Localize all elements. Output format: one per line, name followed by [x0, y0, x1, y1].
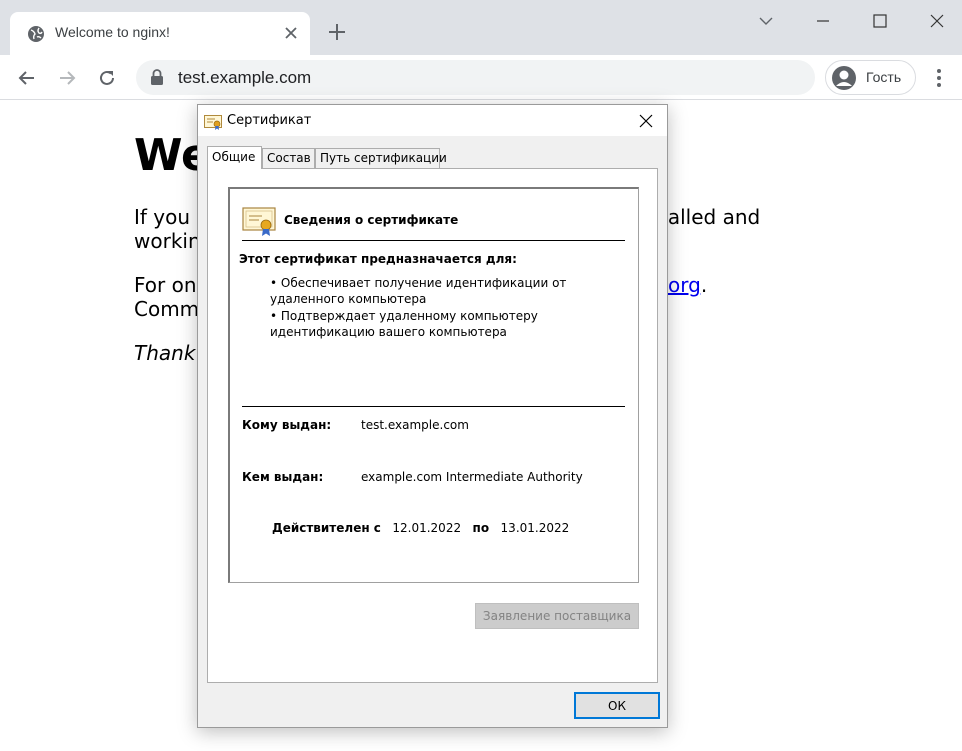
valid-from-value: 12.01.2022	[392, 521, 462, 535]
browser-toolbar: test.example.com Гость	[0, 55, 962, 100]
tab-search-button[interactable]	[751, 8, 781, 34]
window-close-button[interactable]	[922, 8, 952, 34]
validity-row: Действителен с 12.01.2022 по 13.01.2022	[272, 521, 569, 535]
reload-button[interactable]	[94, 65, 120, 91]
profile-label: Гость	[866, 69, 902, 85]
minimize-button[interactable]	[808, 8, 838, 34]
issued-to-label: Кому выдан:	[242, 418, 332, 432]
purpose-item: • Обеспечивает получение идентификации о…	[270, 276, 567, 306]
info-heading: Сведения о сертификате	[284, 213, 459, 227]
nginx-link[interactable]: org	[668, 273, 701, 297]
tab-details[interactable]: Состав	[262, 148, 315, 168]
dialog-close-button[interactable]	[636, 111, 656, 131]
dialog-title: Сертификат	[227, 113, 312, 128]
browser-menu-button[interactable]	[926, 65, 952, 91]
plus-icon[interactable]	[326, 21, 348, 43]
certificate-icon	[242, 207, 276, 236]
valid-from-label: Действителен с	[272, 521, 381, 535]
back-button[interactable]	[14, 65, 40, 91]
valid-to-value: 13.01.2022	[500, 521, 570, 535]
lock-icon[interactable]	[150, 69, 164, 85]
maximize-button[interactable]	[865, 8, 895, 34]
avatar-icon	[832, 66, 856, 90]
page-paragraph-1-left: If you s	[134, 205, 207, 229]
period: .	[700, 273, 708, 297]
page-paragraph-2-right: org.	[668, 273, 707, 297]
tab-panel-general: Сведения о сертификате Этот сертификат п…	[207, 168, 658, 683]
tab-strip: Welcome to nginx!	[0, 0, 962, 55]
chevron-down-icon	[759, 17, 773, 25]
purpose-title: Этот сертификат предназначается для:	[239, 252, 517, 266]
more-vertical-icon	[937, 69, 941, 87]
profile-button[interactable]: Гость	[825, 60, 916, 95]
close-icon[interactable]	[282, 24, 300, 42]
divider	[242, 240, 625, 241]
ok-button[interactable]: ОК	[574, 692, 660, 719]
valid-to-label: по	[472, 521, 490, 535]
tab-title: Welcome to nginx!	[55, 24, 170, 40]
arrow-left-icon	[18, 71, 34, 85]
issued-to-value: test.example.com	[361, 418, 469, 432]
close-icon	[639, 114, 653, 128]
minimize-icon	[817, 20, 829, 22]
reload-icon	[100, 70, 114, 85]
certificate-icon	[204, 115, 222, 130]
maximize-icon	[873, 14, 887, 28]
arrow-right-icon	[60, 71, 76, 85]
certificate-info-box: Сведения о сертификате Этот сертификат п…	[228, 187, 639, 583]
dialog-titlebar[interactable]: Сертификат	[198, 105, 667, 136]
url-text: test.example.com	[178, 68, 312, 87]
page-paragraph-1-right: talled and	[660, 205, 761, 229]
issuer-statement-button[interactable]: Заявление поставщика	[475, 603, 639, 629]
globe-icon	[28, 26, 44, 42]
forward-button[interactable]	[54, 65, 80, 91]
tab-certification-path[interactable]: Путь сертификации	[315, 148, 447, 168]
close-icon	[930, 14, 944, 28]
purpose-item: • Подтверждает удаленному компьютеру иде…	[270, 309, 538, 339]
address-bar[interactable]: test.example.com	[136, 60, 815, 95]
tab-general[interactable]: Общие	[207, 146, 262, 169]
browser-tab[interactable]: Welcome to nginx!	[10, 12, 310, 55]
certificate-dialog: Сертификат Общие Состав Путь сертификаци…	[197, 104, 668, 728]
issued-by-label: Кем выдан:	[242, 470, 324, 484]
divider	[242, 406, 625, 407]
issued-by-value: example.com Intermediate Authority	[361, 470, 583, 484]
